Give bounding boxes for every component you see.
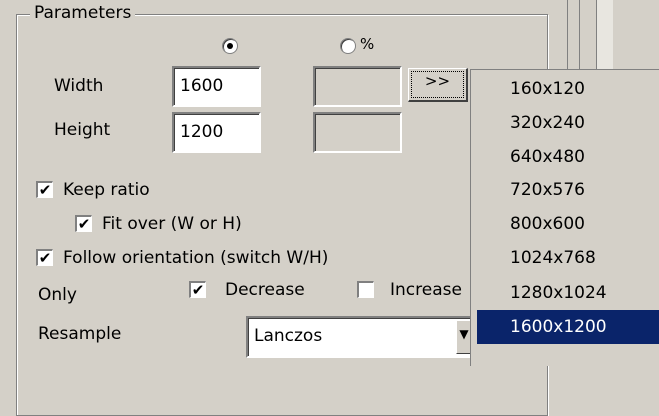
size-preset-dropdown: 160x120 320x240 640x480 720x576 800x600 … — [470, 69, 659, 366]
size-preset-item[interactable]: 800x600 — [477, 207, 659, 241]
fit-over-checkbox[interactable]: ✔ — [75, 215, 92, 232]
resample-value: Lanczos — [254, 326, 323, 346]
keep-ratio-label[interactable]: Keep ratio — [63, 178, 150, 202]
resample-label: Resample — [38, 324, 122, 344]
follow-orientation-checkbox[interactable]: ✔ — [36, 249, 53, 266]
decrease-checkbox[interactable]: ✔ — [189, 281, 206, 298]
parameters-group-title: Parameters — [30, 2, 136, 24]
height-percent-input[interactable] — [313, 112, 402, 153]
follow-orientation-label[interactable]: Follow orientation (switch W/H) — [63, 246, 328, 270]
height-input[interactable]: 1200 — [172, 112, 261, 153]
radio-selected-dot — [227, 43, 233, 49]
pixels-radio[interactable] — [222, 38, 238, 54]
width-input[interactable]: 1600 — [172, 66, 261, 107]
only-label: Only — [38, 285, 77, 305]
size-preset-item[interactable]: 1024x768 — [477, 241, 659, 275]
fit-over-label[interactable]: Fit over (W or H) — [102, 212, 242, 236]
increase-label[interactable]: Increase — [390, 278, 462, 302]
width-label: Width — [54, 76, 104, 96]
keep-ratio-checkbox[interactable]: ✔ — [36, 181, 53, 198]
percent-radio[interactable] — [340, 38, 356, 54]
resample-select[interactable]: Lanczos — [246, 316, 476, 358]
size-preset-item[interactable]: 640x480 — [477, 140, 659, 174]
height-label: Height — [54, 120, 111, 140]
percent-label: % — [360, 35, 375, 53]
size-preset-item[interactable]: 1280x1024 — [477, 276, 659, 310]
decrease-label[interactable]: Decrease — [225, 278, 305, 302]
check-mark-icon: ✔ — [77, 215, 91, 233]
size-preset-item[interactable]: 720x576 — [477, 173, 659, 207]
increase-checkbox[interactable] — [357, 281, 374, 298]
size-preset-button-label: >> — [424, 72, 451, 90]
size-preset-item[interactable]: 160x120 — [477, 72, 659, 106]
check-mark-icon: ✔ — [38, 181, 52, 199]
size-preset-item-selected[interactable]: 1600x1200 — [477, 310, 659, 344]
check-mark-icon: ✔ — [191, 281, 205, 299]
check-mark-icon: ✔ — [38, 249, 52, 267]
size-preset-button[interactable]: >> — [408, 68, 468, 102]
scrollbar[interactable] — [596, 0, 613, 72]
width-percent-input[interactable] — [313, 66, 402, 107]
size-preset-item[interactable]: 320x240 — [477, 106, 659, 140]
